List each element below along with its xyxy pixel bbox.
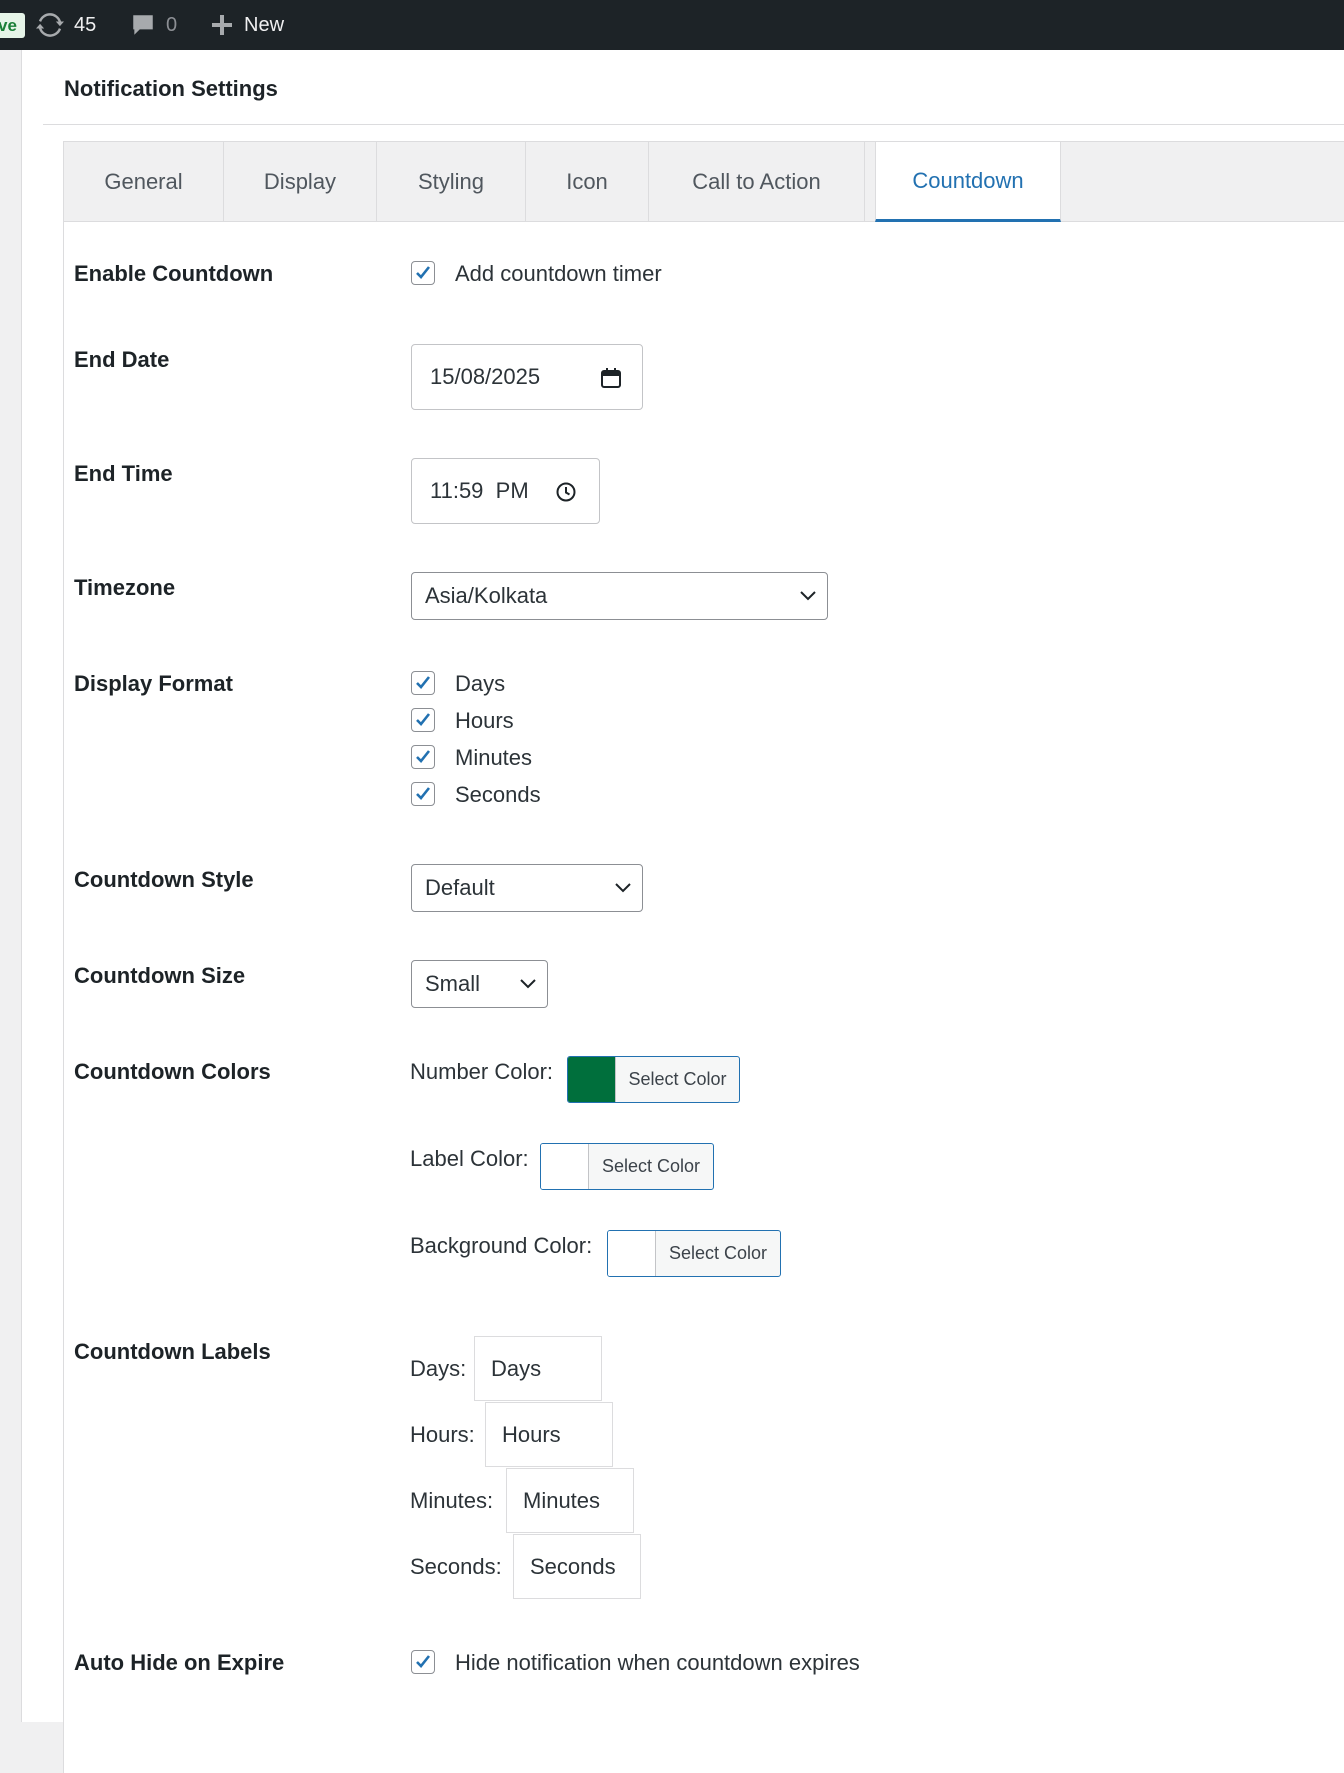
background-color-picker[interactable]: Select Color	[607, 1230, 781, 1277]
number-color-picker[interactable]: Select Color	[567, 1056, 740, 1103]
enable-countdown-checkbox[interactable]	[411, 261, 435, 285]
seconds-label-value: Seconds	[530, 1553, 616, 1579]
updates-icon	[36, 13, 64, 37]
display-format-label: Display Format	[74, 671, 233, 696]
site-status-badge[interactable]: ve	[0, 13, 25, 38]
days-option-label: Days	[455, 671, 506, 696]
days-label-value: Days	[491, 1355, 542, 1381]
chevron-down-icon	[800, 591, 816, 601]
updates-menu[interactable]: 45	[36, 0, 96, 50]
minutes-label-input[interactable]: Minutes	[506, 1468, 634, 1533]
tab-general[interactable]: General	[64, 142, 224, 221]
seconds-option-label: Seconds	[455, 782, 541, 807]
hours-option-label: Hours	[455, 708, 514, 733]
seconds-checkbox[interactable]	[411, 782, 435, 806]
background-color-swatch	[608, 1231, 656, 1276]
countdown-size-value: Small	[425, 971, 481, 996]
enable-countdown-label: Enable Countdown	[74, 261, 274, 286]
checkmark-icon	[416, 266, 431, 279]
end-date-label: End Date	[74, 347, 170, 372]
timezone-value: Asia/Kolkata	[425, 583, 548, 608]
background-color-label: Background Color:	[410, 1233, 593, 1258]
label-color-button-text: Select Color	[601, 1156, 701, 1176]
days-checkbox[interactable]	[411, 671, 435, 695]
minutes-option-label: Minutes	[455, 745, 533, 770]
checkmark-icon	[416, 676, 431, 689]
checkmark-icon	[416, 1655, 431, 1668]
minutes-label-caption: Minutes:	[410, 1488, 494, 1513]
tab-display[interactable]: Display	[224, 142, 377, 221]
checkmark-icon	[416, 713, 431, 726]
seconds-label-input[interactable]: Seconds	[513, 1534, 641, 1599]
label-color-label: Label Color:	[410, 1146, 529, 1171]
countdown-labels-label: Countdown Labels	[74, 1339, 271, 1364]
comments-count: 0	[166, 13, 178, 36]
comments-menu[interactable]: 0	[130, 0, 177, 50]
enable-countdown-text: Add countdown timer	[455, 261, 662, 286]
plus-icon	[212, 15, 232, 35]
tab-styling[interactable]: Styling	[377, 142, 526, 221]
hours-checkbox[interactable]	[411, 708, 435, 732]
tab-call-to-action[interactable]: Call to Action	[649, 142, 865, 221]
minutes-checkbox[interactable]	[411, 745, 435, 769]
new-content-menu[interactable]: New	[210, 0, 284, 50]
checkmark-icon	[416, 750, 431, 763]
number-color-swatch	[568, 1057, 616, 1102]
background-color-button-text: Select Color	[668, 1243, 768, 1263]
number-color-label: Number Color:	[410, 1059, 554, 1084]
end-time-label: End Time	[74, 461, 173, 486]
countdown-size-select[interactable]: Small	[411, 960, 548, 1008]
countdown-style-value: Default	[425, 875, 495, 900]
countdown-style-label: Countdown Style	[74, 867, 254, 892]
end-time-input[interactable]: 11:59 PM	[411, 458, 600, 524]
label-color-swatch	[541, 1144, 589, 1189]
days-label-caption: Days:	[410, 1356, 467, 1381]
days-label-input[interactable]: Days	[474, 1336, 602, 1401]
chevron-down-icon	[520, 979, 536, 989]
updates-count: 45	[74, 13, 97, 36]
minutes-label-value: Minutes	[523, 1487, 601, 1513]
timezone-label: Timezone	[74, 575, 176, 600]
admin-bar: ve 45 0 New	[0, 0, 1344, 50]
hours-label-caption: Hours:	[410, 1422, 475, 1447]
end-time-value: 11:59 PM	[430, 478, 529, 503]
end-date-input[interactable]: 15/08/2025	[411, 344, 643, 410]
end-date-value: 15/08/2025	[430, 364, 541, 389]
title-divider	[43, 124, 1344, 125]
clock-icon	[556, 482, 576, 502]
hours-label-value: Hours	[502, 1421, 561, 1447]
section-title: Notification Settings	[64, 76, 278, 101]
tab-icon[interactable]: Icon	[526, 142, 649, 221]
checkmark-icon	[416, 787, 431, 800]
seconds-label-caption: Seconds:	[410, 1554, 502, 1579]
hours-label-input[interactable]: Hours	[485, 1402, 613, 1467]
comment-icon	[133, 15, 153, 35]
countdown-size-label: Countdown Size	[74, 963, 246, 988]
tab-bar: General Display Styling Icon Call to Act…	[64, 142, 1344, 222]
tabs-container: General Display Styling Icon Call to Act…	[63, 141, 1344, 1773]
number-color-button-text: Select Color	[628, 1069, 727, 1089]
new-label: New	[244, 13, 285, 36]
countdown-colors-label: Countdown Colors	[74, 1059, 271, 1084]
auto-hide-label: Auto Hide on Expire	[74, 1650, 285, 1675]
chevron-down-icon	[615, 883, 631, 893]
auto-hide-text: Hide notification when countdown expires	[455, 1650, 860, 1675]
timezone-select[interactable]: Asia/Kolkata	[411, 572, 828, 620]
auto-hide-checkbox[interactable]	[411, 1650, 435, 1674]
countdown-style-select[interactable]: Default	[411, 864, 643, 912]
label-color-picker[interactable]: Select Color	[540, 1143, 714, 1190]
tab-countdown[interactable]: Countdown	[875, 142, 1061, 222]
calendar-icon	[601, 368, 621, 388]
